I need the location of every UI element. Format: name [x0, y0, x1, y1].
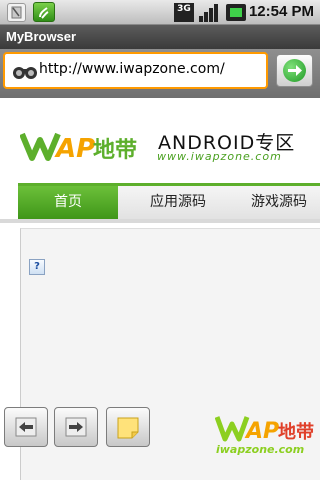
status-bar: 3G 12:54 PM: [0, 0, 320, 25]
notification-icon: [33, 2, 55, 22]
network-type: 3G: [174, 3, 194, 22]
nav-divider: [0, 219, 320, 223]
forward-button[interactable]: [54, 407, 98, 447]
note-icon: [117, 417, 139, 439]
status-time: 12:54 PM: [248, 3, 314, 20]
battery-icon: [226, 4, 246, 21]
tab-home[interactable]: 首页: [18, 186, 118, 219]
url-text[interactable]: http://www.iwapzone.com/: [39, 61, 225, 77]
wap-watermark-logo: AP 地带: [215, 416, 314, 444]
tab-game-source[interactable]: 游戏源码: [238, 186, 320, 219]
wap-logo[interactable]: AP 地带: [20, 128, 140, 162]
back-arrow-icon: [15, 417, 37, 437]
go-arrow-icon: [283, 59, 306, 82]
forward-arrow-icon: [65, 417, 87, 437]
notes-button[interactable]: [106, 407, 150, 447]
site-nav: 首页 应用源码 游戏源码: [18, 183, 320, 219]
logo-url: www.iwapzone.com: [157, 150, 282, 163]
signal-icon: [199, 4, 218, 22]
url-input[interactable]: http://www.iwapzone.com/: [3, 52, 268, 89]
svg-text:AP: AP: [244, 419, 279, 444]
app-title-bar: MyBrowser: [0, 25, 320, 49]
watermark-site: iwapzone.com: [216, 443, 305, 456]
address-bar: http://www.iwapzone.com/: [0, 49, 320, 98]
app-title: MyBrowser: [6, 29, 77, 44]
wap-logo-cjk: 地带: [93, 138, 137, 162]
go-button[interactable]: [276, 54, 313, 87]
sim-card-icon: [7, 3, 26, 22]
svg-text:AP: AP: [54, 134, 95, 162]
back-button[interactable]: [4, 407, 48, 447]
tab-app-source[interactable]: 应用源码: [118, 186, 238, 219]
svg-text:地带: 地带: [278, 421, 314, 443]
binoculars-icon: [13, 67, 37, 79]
broken-image-icon[interactable]: ?: [29, 259, 45, 275]
